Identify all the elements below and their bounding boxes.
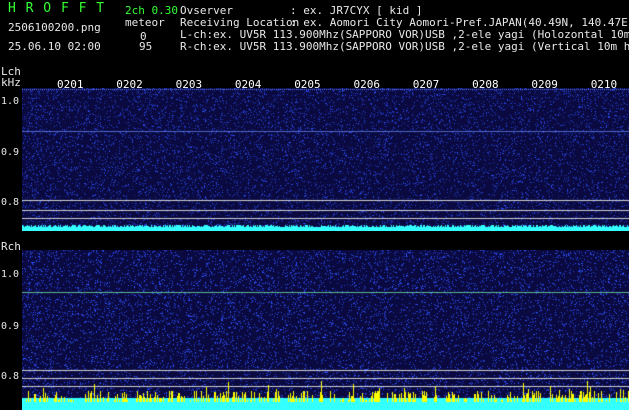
app-title: H R O F F T xyxy=(8,1,106,16)
rch-tick-1-0: 1.0 xyxy=(1,269,20,280)
rch-description: R-ch:ex. UV5R 113.900Mhz(SAPPORO VOR)USB… xyxy=(180,40,629,53)
lch-tick-1-0: 1.0 xyxy=(1,96,20,107)
lch-tick-0-8: 0.8 xyxy=(1,197,20,208)
rch-spectrogram xyxy=(22,250,629,410)
datetime: 25.06.10 02:00 xyxy=(8,40,101,53)
lch-unit: kHz xyxy=(1,76,21,89)
time-mark-0203: 0203 xyxy=(175,78,203,91)
lch-spectrogram xyxy=(22,88,629,231)
time-mark-0201: 0201 xyxy=(57,78,84,91)
time-mark-0210: 0210 xyxy=(590,78,618,91)
meteor-label: meteor xyxy=(125,16,165,29)
rch-tick-0-8: 0.8 xyxy=(1,371,20,382)
rch-meteor-count: 95 xyxy=(139,40,153,53)
lch-tick-0-9: 0.9 xyxy=(1,147,20,158)
time-mark-0209: 0209 xyxy=(531,78,558,91)
time-mark-0208: 0208 xyxy=(472,78,499,91)
time-mark-0205: 0205 xyxy=(294,78,321,91)
time-mark-0202: 0202 xyxy=(116,78,143,91)
time-mark-0204: 0204 xyxy=(234,78,262,91)
rch-tick-0-9: 0.9 xyxy=(1,321,20,332)
time-mark-0206: 0206 xyxy=(353,78,381,91)
filename: 2506100200.png xyxy=(8,21,101,34)
time-mark-0207: 0207 xyxy=(412,78,440,91)
rch-label: Rch xyxy=(1,240,21,253)
